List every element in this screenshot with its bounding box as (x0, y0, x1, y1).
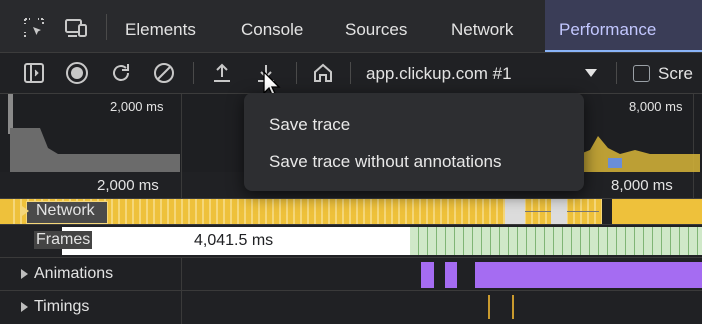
target-select[interactable]: app.clickup.com #1 (366, 64, 512, 84)
overview-gridline (181, 94, 182, 172)
ruler-tick-label: 2,000 ms (97, 177, 159, 194)
expand-network-icon[interactable] (22, 206, 29, 216)
animation-bar (445, 262, 457, 288)
clear-icon[interactable] (152, 61, 176, 85)
overview-tick-label: 2,000 ms (110, 99, 164, 114)
tab-sources[interactable]: Sources (345, 0, 407, 52)
timings-track[interactable]: Timings (0, 291, 702, 324)
cpu-activity-graph (10, 128, 180, 172)
network-track-label: Network (36, 202, 95, 219)
animations-track-label: Animations (34, 265, 114, 282)
activity-graph-right (580, 136, 700, 172)
save-trace-menu: Save trace Save trace without annotation… (244, 93, 584, 191)
expand-animations-icon[interactable] (21, 269, 28, 279)
toolbar-separator (350, 62, 351, 84)
device-toolbar-icon[interactable] (64, 16, 88, 40)
frame-duration: 4,041.5 ms (194, 232, 274, 249)
sidebar-toggle-icon[interactable] (22, 61, 46, 85)
menu-item-save-trace-without-annotations[interactable]: Save trace without annotations (269, 152, 501, 172)
overview-tick-label: 8,000 ms (629, 99, 683, 114)
network-request-line (567, 211, 599, 212)
timing-marker (488, 295, 490, 319)
animation-bar (475, 262, 702, 288)
tab-performance[interactable]: Performance (545, 0, 702, 52)
tab-elements[interactable]: Elements (125, 0, 196, 52)
animations-track[interactable]: Animations (0, 258, 702, 291)
menu-item-save-trace[interactable]: Save trace (269, 115, 350, 135)
toolbar-separator (193, 62, 194, 84)
toolbar-separator (616, 62, 617, 84)
screenshots-label: Scre (658, 64, 693, 83)
track-gridline (181, 291, 182, 324)
network-request-block (551, 199, 567, 224)
network-request-block (505, 199, 525, 224)
timing-marker (512, 295, 514, 319)
home-icon[interactable] (311, 61, 335, 85)
load-profile-icon[interactable] (210, 61, 234, 85)
chevron-down-icon[interactable] (585, 69, 597, 77)
timings-track-label: Timings (34, 298, 90, 315)
frames-bars (410, 227, 702, 255)
performance-toolbar: app.clickup.com #1 Scre (0, 53, 702, 98)
screenshots-checkbox[interactable] (633, 65, 650, 82)
ruler-gridline (693, 172, 694, 198)
network-gap (602, 199, 612, 224)
toolbar-separator (296, 62, 297, 84)
expand-timings-icon[interactable] (21, 302, 28, 312)
ruler-tick-label: 8,000 ms (611, 177, 673, 194)
tab-console[interactable]: Console (241, 0, 303, 52)
frames-track[interactable]: Frames 4,041.5 ms (0, 225, 702, 258)
ruler-gridline (181, 172, 182, 198)
track-gridline (181, 258, 182, 290)
devtools-tab-strip: Elements Console Sources Network Perform… (0, 0, 702, 53)
record-icon[interactable] (65, 61, 89, 85)
reload-record-icon[interactable] (109, 61, 133, 85)
network-track[interactable]: Network (0, 199, 702, 225)
tab-separator (106, 14, 107, 40)
tab-network[interactable]: Network (451, 0, 513, 52)
network-request-line (525, 211, 551, 212)
animation-bar (421, 262, 434, 288)
frames-track-label: Frames (34, 231, 93, 249)
select-element-icon[interactable] (22, 16, 46, 40)
